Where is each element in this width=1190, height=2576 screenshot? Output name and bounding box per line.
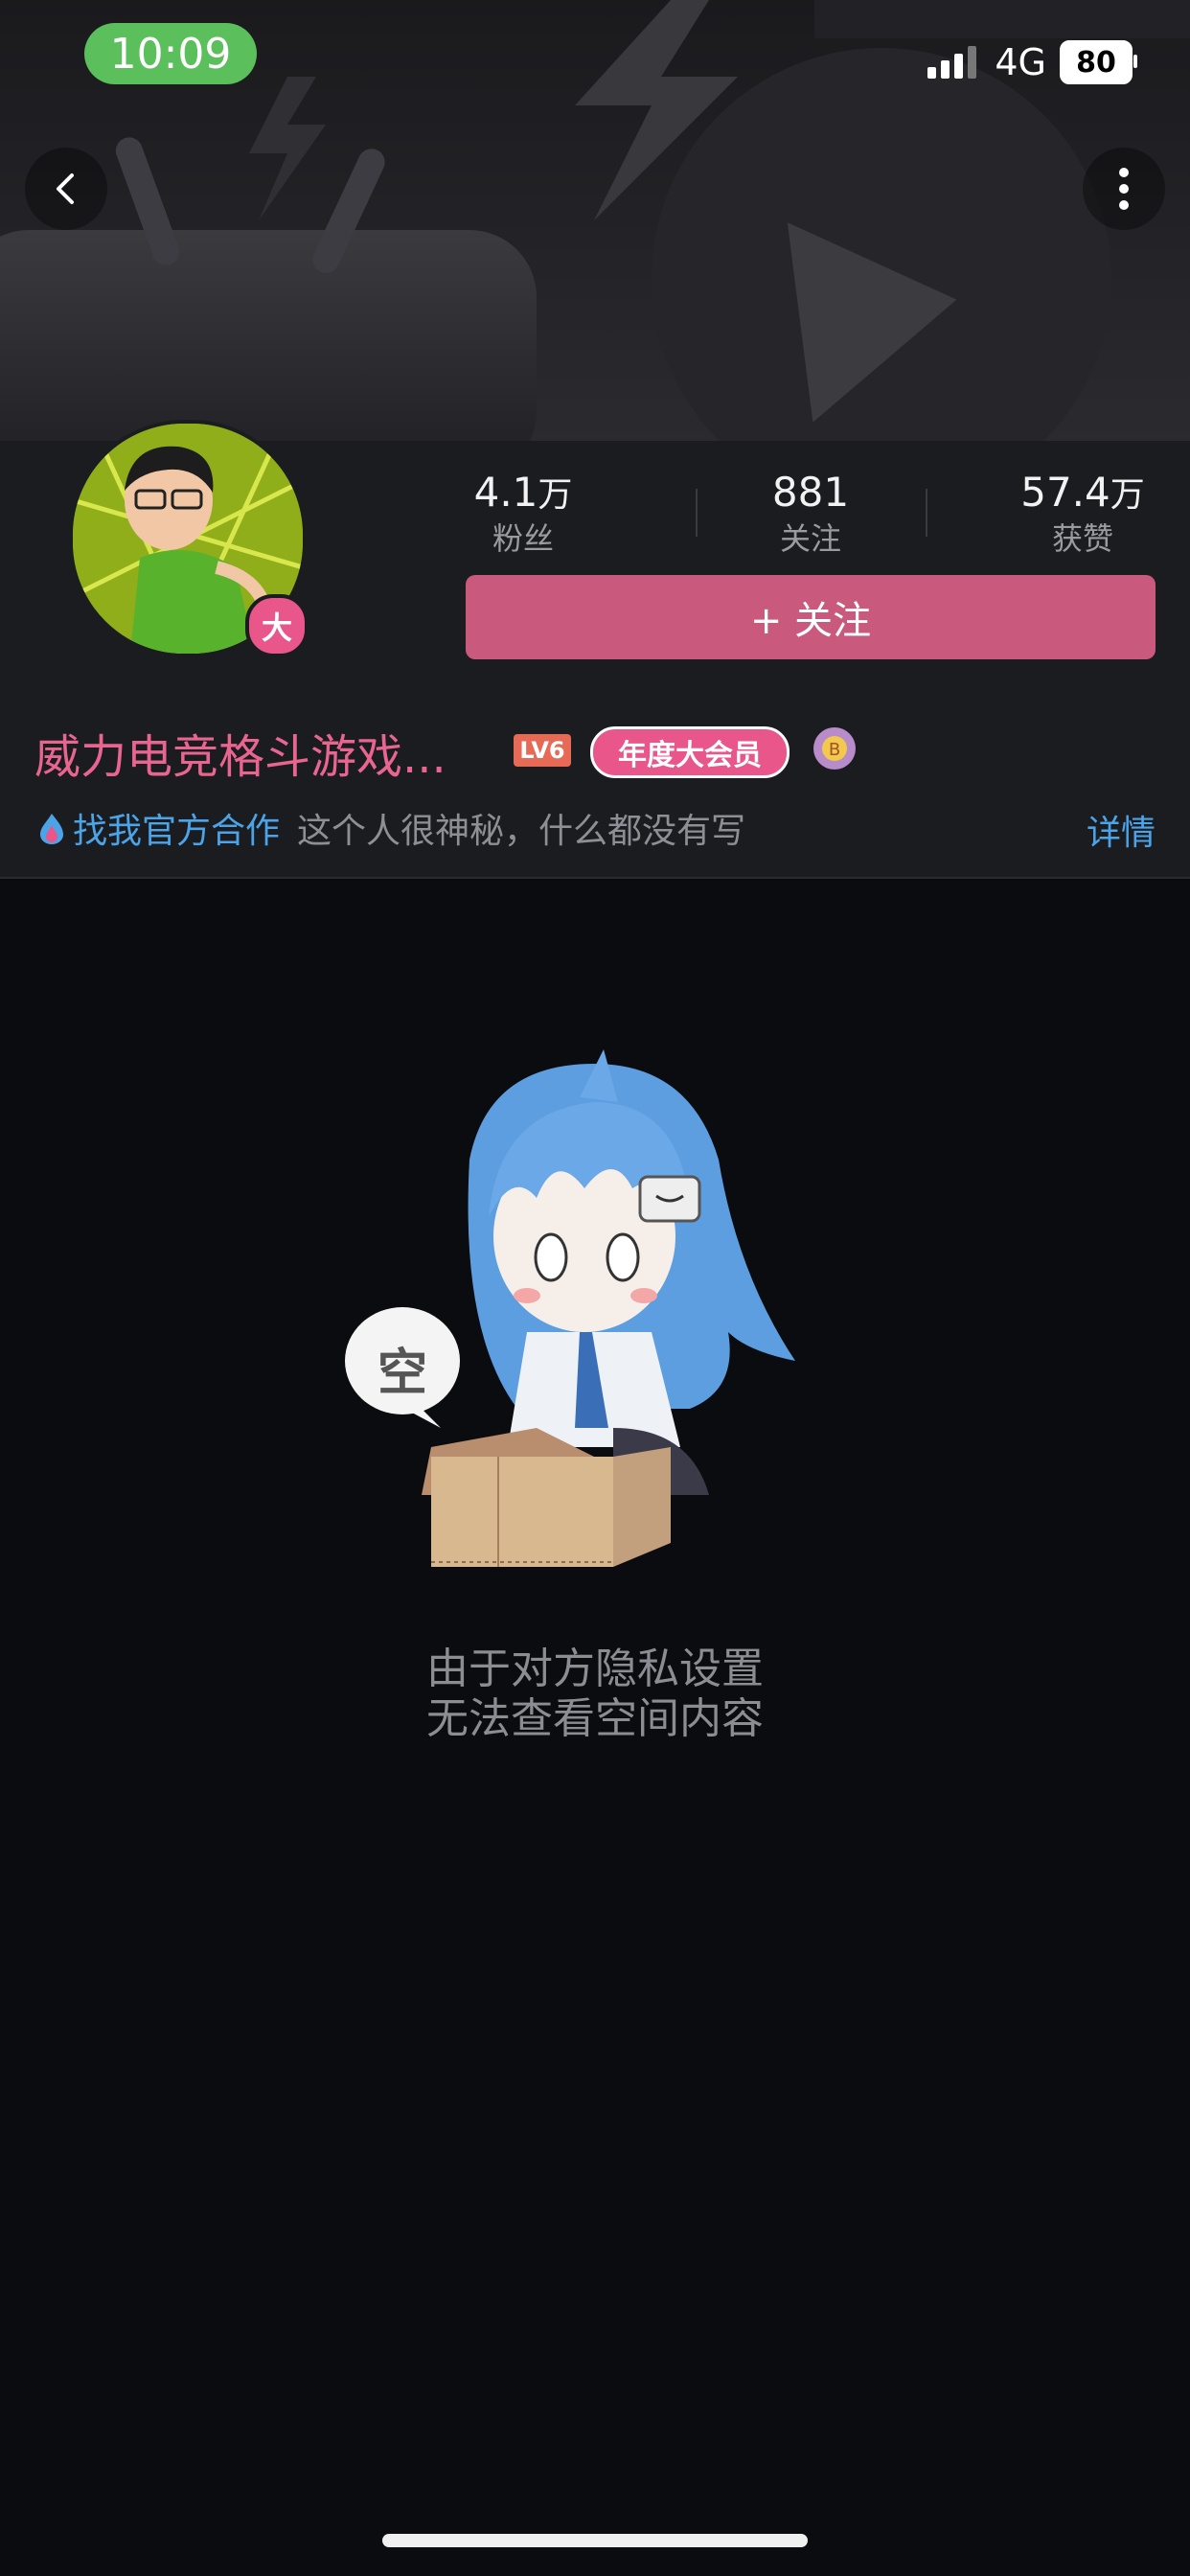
svg-text:B: B <box>829 740 840 760</box>
stat-divider <box>926 489 927 537</box>
bio-text: 这个人很神秘，什么都没有写 <box>297 812 746 851</box>
chevron-left-icon <box>57 173 74 204</box>
stat-fans-unit: 万 <box>538 475 573 515</box>
speech-bubble-text: 空 <box>377 1345 427 1402</box>
stat-likes-value: 57.4 <box>1020 469 1110 516</box>
stat-following[interactable]: 881 关注 <box>715 470 906 559</box>
stat-fans[interactable]: 4.1万 粉丝 <box>427 470 619 559</box>
username: 威力电竞格斗游戏... <box>34 730 446 784</box>
stat-following-value: 881 <box>771 469 850 516</box>
screen: 10:09 4G 80 大 4.1万 粉丝 881 关注 57.4万 获赞 + … <box>0 0 1190 2576</box>
stat-likes-unit: 万 <box>1110 475 1145 515</box>
status-time: 10:09 <box>84 23 257 84</box>
back-button[interactable] <box>25 148 107 230</box>
empty-illustration <box>345 1049 795 1567</box>
stat-fans-label: 粉丝 <box>492 520 554 557</box>
more-button[interactable] <box>1083 148 1165 230</box>
stat-following-label: 关注 <box>779 520 841 557</box>
signal-icon <box>927 46 977 79</box>
cooperation-label: 找我官方合作 <box>73 812 281 851</box>
battery-icon: 80 <box>1060 40 1137 84</box>
home-indicator[interactable] <box>382 2534 808 2547</box>
vip-avatar-badge: 大 <box>245 594 309 657</box>
network-label: 4G <box>995 41 1046 83</box>
stat-likes-label: 获赞 <box>1051 520 1113 557</box>
medal-icon[interactable]: B <box>811 724 858 772</box>
privacy-message-line2: 无法查看空间内容 <box>426 1694 764 1743</box>
more-vertical-icon <box>1119 168 1129 210</box>
stat-fans-value: 4.1 <box>473 469 538 516</box>
battery-level: 80 <box>1076 45 1116 80</box>
stat-divider <box>696 489 698 537</box>
flame-icon <box>40 814 63 844</box>
stat-likes[interactable]: 57.4万 获赞 <box>987 470 1179 559</box>
privacy-empty-message: 由于对方隐私设置 无法查看空间内容 <box>0 1644 1190 1744</box>
level-badge[interactable]: LV6 <box>514 734 571 767</box>
vip-badge[interactable]: 年度大会员 <box>590 726 790 778</box>
official-cooperation-link[interactable]: 找我官方合作 <box>36 803 280 853</box>
privacy-message-line1: 由于对方隐私设置 <box>426 1644 764 1693</box>
detail-link[interactable]: 详情 <box>1087 805 1156 855</box>
status-icons: 4G 80 <box>927 38 1137 86</box>
follow-button[interactable]: + 关注 <box>466 575 1156 659</box>
